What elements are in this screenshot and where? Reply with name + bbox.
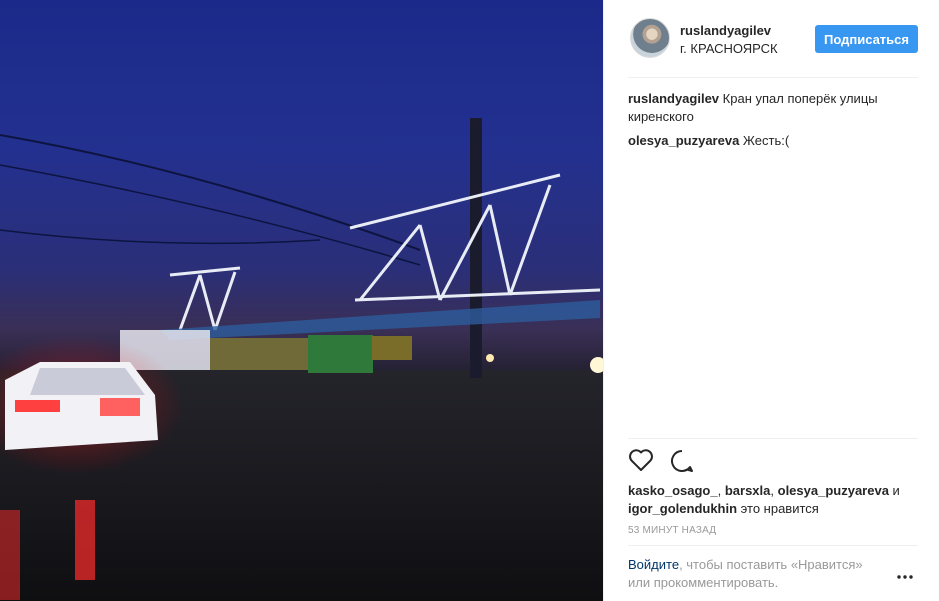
photo-illustration [0, 118, 603, 601]
comment-author[interactable]: olesya_puzyareva [628, 133, 739, 148]
like-user[interactable]: igor_golendukhin [628, 501, 737, 516]
follow-button[interactable]: Подписаться [815, 25, 918, 53]
avatar[interactable] [630, 18, 670, 58]
comments-list: ruslandyagilev Кран упал поперёк улицы к… [628, 90, 918, 156]
like-user[interactable]: olesya_puzyareva [778, 483, 889, 498]
header-divider [628, 77, 918, 78]
likes-conjunction: и [888, 483, 900, 498]
post-container: ruslandyagilev г. КРАСНОЯРСК Подписаться… [0, 0, 939, 601]
post-sidebar: ruslandyagilev г. КРАСНОЯРСК Подписаться… [603, 0, 939, 601]
header-location[interactable]: г. КРАСНОЯРСК [680, 41, 778, 56]
like-user[interactable]: barsxla [725, 483, 771, 498]
login-link[interactable]: Войдите [628, 557, 679, 572]
more-dots-icon[interactable] [897, 566, 913, 584]
post-photo[interactable] [0, 0, 603, 601]
likes-suffix: это нравится [737, 501, 819, 516]
comment-author[interactable]: ruslandyagilev [628, 91, 719, 106]
comment-text: Жесть:( [742, 133, 790, 148]
actions-divider [628, 438, 918, 439]
post-header: ruslandyagilev г. КРАСНОЯРСК Подписаться [628, 16, 918, 62]
like-user[interactable]: kasko_osago_ [628, 483, 718, 498]
comment: olesya_puzyareva Жесть:( [628, 132, 918, 150]
comment: ruslandyagilev Кран упал поперёк улицы к… [628, 90, 918, 126]
speech-bubble-icon[interactable] [669, 448, 697, 476]
post-timestamp[interactable]: 53 минут назад [628, 525, 716, 536]
footer-divider [628, 545, 918, 546]
login-prompt: Войдите, чтобы поставить «Нравится» или … [628, 556, 888, 592]
heart-outline-icon[interactable] [628, 448, 656, 476]
likes-separator: , [717, 483, 725, 498]
header-username[interactable]: ruslandyagilev [680, 23, 771, 38]
likes-separator: , [770, 483, 778, 498]
action-bar [628, 448, 918, 476]
likes-summary: kasko_osago_, barsxla, olesya_puzyareva … [628, 482, 918, 518]
